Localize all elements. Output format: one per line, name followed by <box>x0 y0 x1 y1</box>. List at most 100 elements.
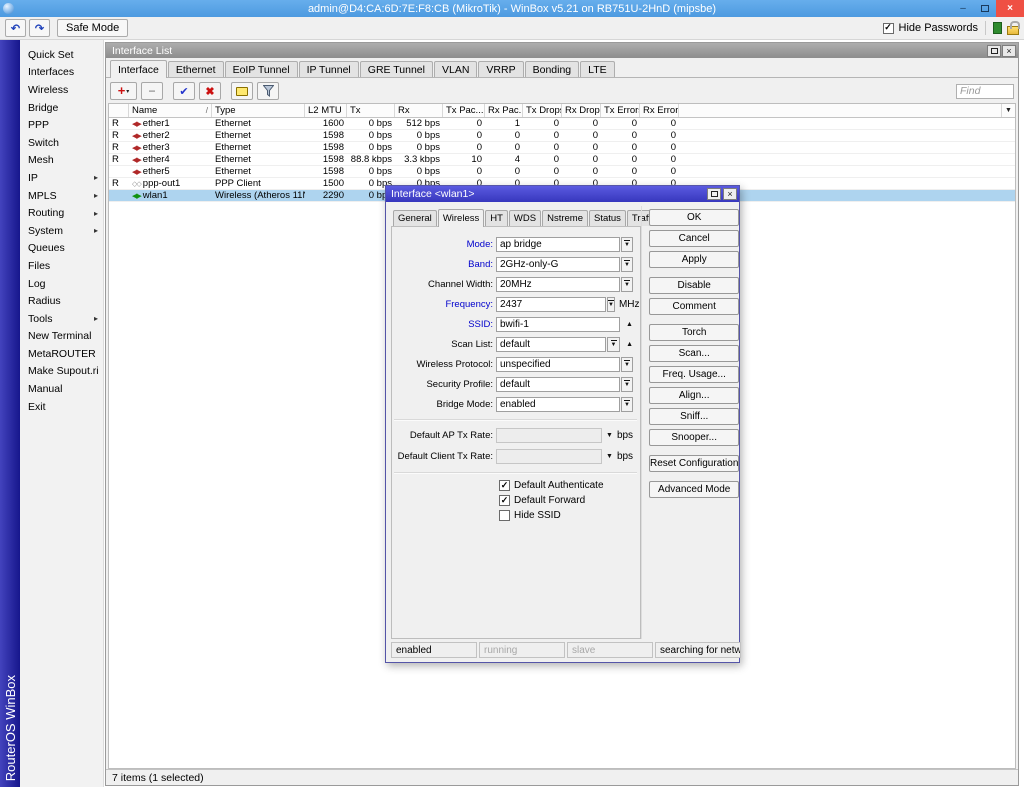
add-interface-button[interactable]: + ▾ <box>110 82 137 100</box>
find-input[interactable] <box>956 84 1014 99</box>
interface-list-restore-button[interactable] <box>987 45 1001 57</box>
sidebar-item[interactable]: Exit <box>20 398 103 416</box>
field-input[interactable] <box>496 237 620 252</box>
sidebar-item[interactable]: Wireless <box>20 81 103 99</box>
dialog-tab[interactable]: Nstreme <box>542 210 588 226</box>
sidebar-item[interactable]: Files <box>20 257 103 275</box>
interface-list-tab[interactable]: VLAN <box>434 61 477 77</box>
sidebar-item[interactable]: System ▸ <box>20 222 103 240</box>
table-row[interactable]: ether5 Ethernet 1598 0 bps 0 bps 0 0 0 0… <box>109 166 1015 178</box>
dialog-button[interactable]: Snooper... <box>649 429 739 446</box>
dialog-button[interactable]: Disable <box>649 277 739 294</box>
sidebar-item[interactable]: Routing ▸ <box>20 204 103 222</box>
sidebar-item[interactable]: Queues <box>20 240 103 258</box>
field-input[interactable] <box>496 397 620 412</box>
dialog-button[interactable]: Sniff... <box>649 408 739 425</box>
checkbox[interactable] <box>499 480 510 491</box>
sidebar-item[interactable]: MPLS ▸ <box>20 187 103 205</box>
interface-list-tab[interactable]: VRRP <box>478 61 523 77</box>
close-button[interactable]: × <box>996 0 1024 17</box>
sidebar-item[interactable]: Bridge <box>20 99 103 117</box>
dialog-tab[interactable]: HT <box>485 210 508 226</box>
filter-button[interactable] <box>257 82 279 100</box>
column-rx-packet[interactable]: Rx Pac... <box>485 104 523 117</box>
checkbox[interactable] <box>499 510 510 521</box>
column-name[interactable]: Name/ <box>129 104 212 117</box>
table-row[interactable]: R ether1 Ethernet 1600 0 bps 512 bps 0 1… <box>109 118 1015 130</box>
sidebar-item[interactable]: Interfaces <box>20 64 103 82</box>
sidebar-item[interactable]: Mesh <box>20 152 103 170</box>
column-rx-errors[interactable]: Rx Errors <box>640 104 679 117</box>
interface-list-tab[interactable]: Bonding <box>525 61 580 77</box>
sidebar-item[interactable]: Switch <box>20 134 103 152</box>
collapse-up-arrow-icon[interactable] <box>626 321 633 328</box>
sidebar-item[interactable]: Tools ▸ <box>20 310 103 328</box>
sidebar-item[interactable]: IP ▸ <box>20 169 103 187</box>
sidebar-item[interactable]: Radius <box>20 292 103 310</box>
field-input[interactable] <box>496 428 602 443</box>
interface-list-close-button[interactable]: × <box>1002 45 1016 57</box>
interface-list-tab[interactable]: GRE Tunnel <box>360 61 433 77</box>
dialog-button[interactable]: OK <box>649 209 739 226</box>
dialog-button[interactable]: Align... <box>649 387 739 404</box>
dialog-maximize-button[interactable] <box>707 188 721 200</box>
dialog-button[interactable]: Torch <box>649 324 739 341</box>
sidebar-item[interactable]: Make Supout.rif <box>20 363 103 381</box>
field-input[interactable] <box>496 337 606 352</box>
minimize-button[interactable]: – <box>952 0 974 17</box>
column-rx[interactable]: Rx <box>395 104 443 117</box>
field-input[interactable] <box>496 297 606 312</box>
dropdown-button[interactable] <box>621 237 633 252</box>
field-input[interactable] <box>496 357 620 372</box>
sidebar-item[interactable]: New Terminal <box>20 328 103 346</box>
checkbox-row[interactable]: Default Authenticate <box>499 478 637 493</box>
field-input[interactable] <box>496 377 620 392</box>
sidebar-item[interactable]: Quick Set <box>20 46 103 64</box>
dialog-button[interactable]: Reset Configuration <box>649 455 739 472</box>
dialog-button[interactable]: Cancel <box>649 230 739 247</box>
undo-button[interactable]: ↶ <box>5 19 26 37</box>
dropdown-arrow-icon[interactable] <box>606 432 613 439</box>
interface-list-tab[interactable]: Ethernet <box>168 61 224 77</box>
disable-interface-button[interactable]: ✖ <box>199 82 221 100</box>
column-l2mtu[interactable]: L2 MTU <box>305 104 347 117</box>
field-input[interactable] <box>496 449 602 464</box>
dialog-tab[interactable]: WDS <box>509 210 541 226</box>
remove-interface-button[interactable]: − <box>141 82 163 100</box>
dropdown-button[interactable] <box>621 277 633 292</box>
safe-mode-button[interactable]: Safe Mode <box>57 19 128 37</box>
redo-button[interactable]: ↷ <box>29 19 50 37</box>
checkbox-row[interactable]: Hide SSID <box>499 508 637 523</box>
sidebar-item[interactable]: Manual <box>20 380 103 398</box>
dropdown-arrow-icon[interactable] <box>606 453 613 460</box>
dropdown-button[interactable] <box>621 357 633 372</box>
dropdown-button[interactable] <box>621 377 633 392</box>
field-input[interactable] <box>496 317 620 332</box>
column-rx-drops[interactable]: Rx Drops <box>562 104 601 117</box>
dialog-tab[interactable]: Wireless <box>438 209 484 227</box>
sidebar-item[interactable]: PPP <box>20 116 103 134</box>
enable-interface-button[interactable]: ✔ <box>173 82 195 100</box>
interface-list-tab[interactable]: IP Tunnel <box>299 61 359 77</box>
column-tx-packet[interactable]: Tx Pac... <box>443 104 485 117</box>
checkbox-row[interactable]: Default Forward <box>499 493 637 508</box>
dialog-button[interactable]: Freq. Usage... <box>649 366 739 383</box>
sidebar-item[interactable]: MetaROUTER <box>20 345 103 363</box>
dialog-button[interactable]: Comment <box>649 298 739 315</box>
dialog-button[interactable]: Advanced Mode <box>649 481 739 498</box>
dialog-button[interactable]: Scan... <box>649 345 739 362</box>
table-row[interactable]: R ether2 Ethernet 1598 0 bps 0 bps 0 0 0… <box>109 130 1015 142</box>
field-input[interactable] <box>496 257 620 272</box>
column-flags[interactable] <box>109 104 129 117</box>
interface-list-tab[interactable]: Interface <box>110 60 167 78</box>
dialog-button[interactable]: Apply <box>649 251 739 268</box>
dialog-titlebar[interactable]: Interface <wlan1> × <box>386 186 739 202</box>
dialog-tab[interactable]: Status <box>589 210 626 226</box>
restore-button[interactable] <box>974 0 996 17</box>
comment-button[interactable] <box>231 82 253 100</box>
field-input[interactable] <box>496 277 620 292</box>
column-select-dropdown[interactable]: ▼ <box>1001 104 1015 117</box>
table-row[interactable]: R ether3 Ethernet 1598 0 bps 0 bps 0 0 0… <box>109 142 1015 154</box>
column-tx-drops[interactable]: Tx Drops <box>523 104 562 117</box>
sidebar-item[interactable]: Log <box>20 275 103 293</box>
